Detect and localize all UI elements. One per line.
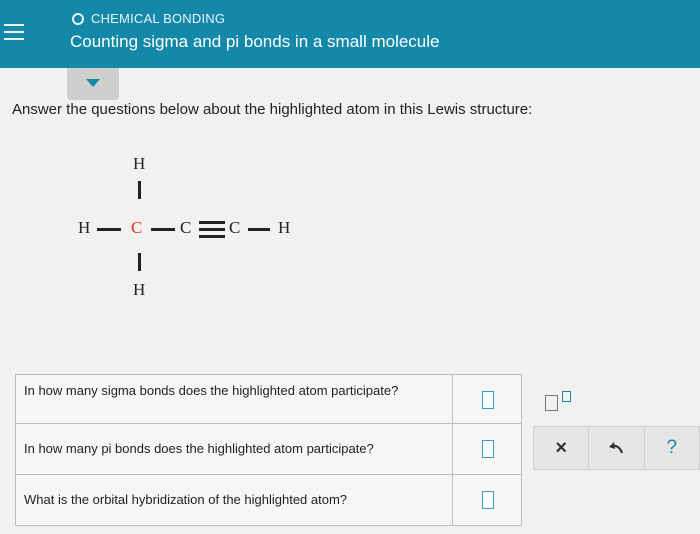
superscript-button[interactable] bbox=[545, 391, 581, 413]
atom-c-highlighted: C bbox=[131, 218, 143, 237]
bond-c-c-single bbox=[151, 228, 175, 231]
hybridization-input[interactable] bbox=[482, 491, 494, 509]
atom-c-middle: C bbox=[180, 218, 192, 237]
lewis-structure: H H C C C H H bbox=[78, 148, 338, 308]
bond-c-c-triple-3 bbox=[199, 235, 225, 238]
expand-dropdown-button[interactable] bbox=[67, 68, 119, 100]
bond-c-c-triple-2 bbox=[199, 228, 225, 231]
question-prompt: Answer the questions below about the hig… bbox=[12, 101, 533, 118]
undo-icon bbox=[609, 442, 624, 454]
caret-down-icon bbox=[86, 79, 100, 87]
toolbar: × ? bbox=[533, 426, 700, 470]
atom-h-right: H bbox=[278, 218, 291, 237]
answer-cell bbox=[452, 375, 521, 423]
bond-c-h-top bbox=[138, 181, 141, 199]
questions-table: In how many sigma bonds does the highlig… bbox=[15, 374, 522, 526]
topic-label: CHEMICAL BONDING bbox=[91, 11, 226, 26]
question-row-hybridization: What is the orbital hybridization of the… bbox=[16, 475, 521, 525]
superscript-box-icon bbox=[562, 391, 571, 402]
atom-h-top: H bbox=[133, 154, 146, 173]
bond-c-c-triple-1 bbox=[199, 221, 225, 224]
question-text: In how many pi bonds does the highlighte… bbox=[24, 441, 374, 456]
base-box-icon bbox=[545, 395, 558, 411]
atom-c-right: C bbox=[229, 218, 241, 237]
top-header: CHEMICAL BONDING Counting sigma and pi b… bbox=[0, 0, 700, 68]
atom-h-bottom: H bbox=[133, 280, 146, 299]
close-icon: × bbox=[555, 436, 567, 459]
sigma-bonds-input[interactable] bbox=[482, 391, 494, 409]
progress-circle-icon bbox=[72, 12, 84, 25]
help-icon: ? bbox=[666, 437, 678, 458]
question-text: In how many sigma bonds does the highlig… bbox=[24, 383, 399, 398]
question-row-pi: In how many pi bonds does the highlighte… bbox=[16, 424, 521, 475]
question-row-sigma: In how many sigma bonds does the highlig… bbox=[16, 375, 521, 424]
clear-button[interactable]: × bbox=[534, 427, 590, 469]
answer-cell bbox=[452, 475, 521, 525]
pi-bonds-input[interactable] bbox=[482, 440, 494, 458]
bond-h-c-left bbox=[97, 228, 121, 231]
atom-h-left: H bbox=[78, 218, 91, 237]
bond-c-h-right bbox=[248, 228, 270, 231]
question-text: What is the orbital hybridization of the… bbox=[24, 492, 348, 507]
menu-icon[interactable] bbox=[4, 24, 24, 44]
lesson-title: Counting sigma and pi bonds in a small m… bbox=[70, 32, 440, 51]
answer-tools: × ? bbox=[533, 374, 700, 474]
help-button[interactable]: ? bbox=[645, 427, 699, 469]
answer-cell bbox=[452, 424, 521, 474]
bond-c-h-bottom bbox=[138, 253, 141, 271]
topic-row: CHEMICAL BONDING bbox=[72, 11, 225, 26]
undo-button[interactable] bbox=[589, 427, 645, 469]
